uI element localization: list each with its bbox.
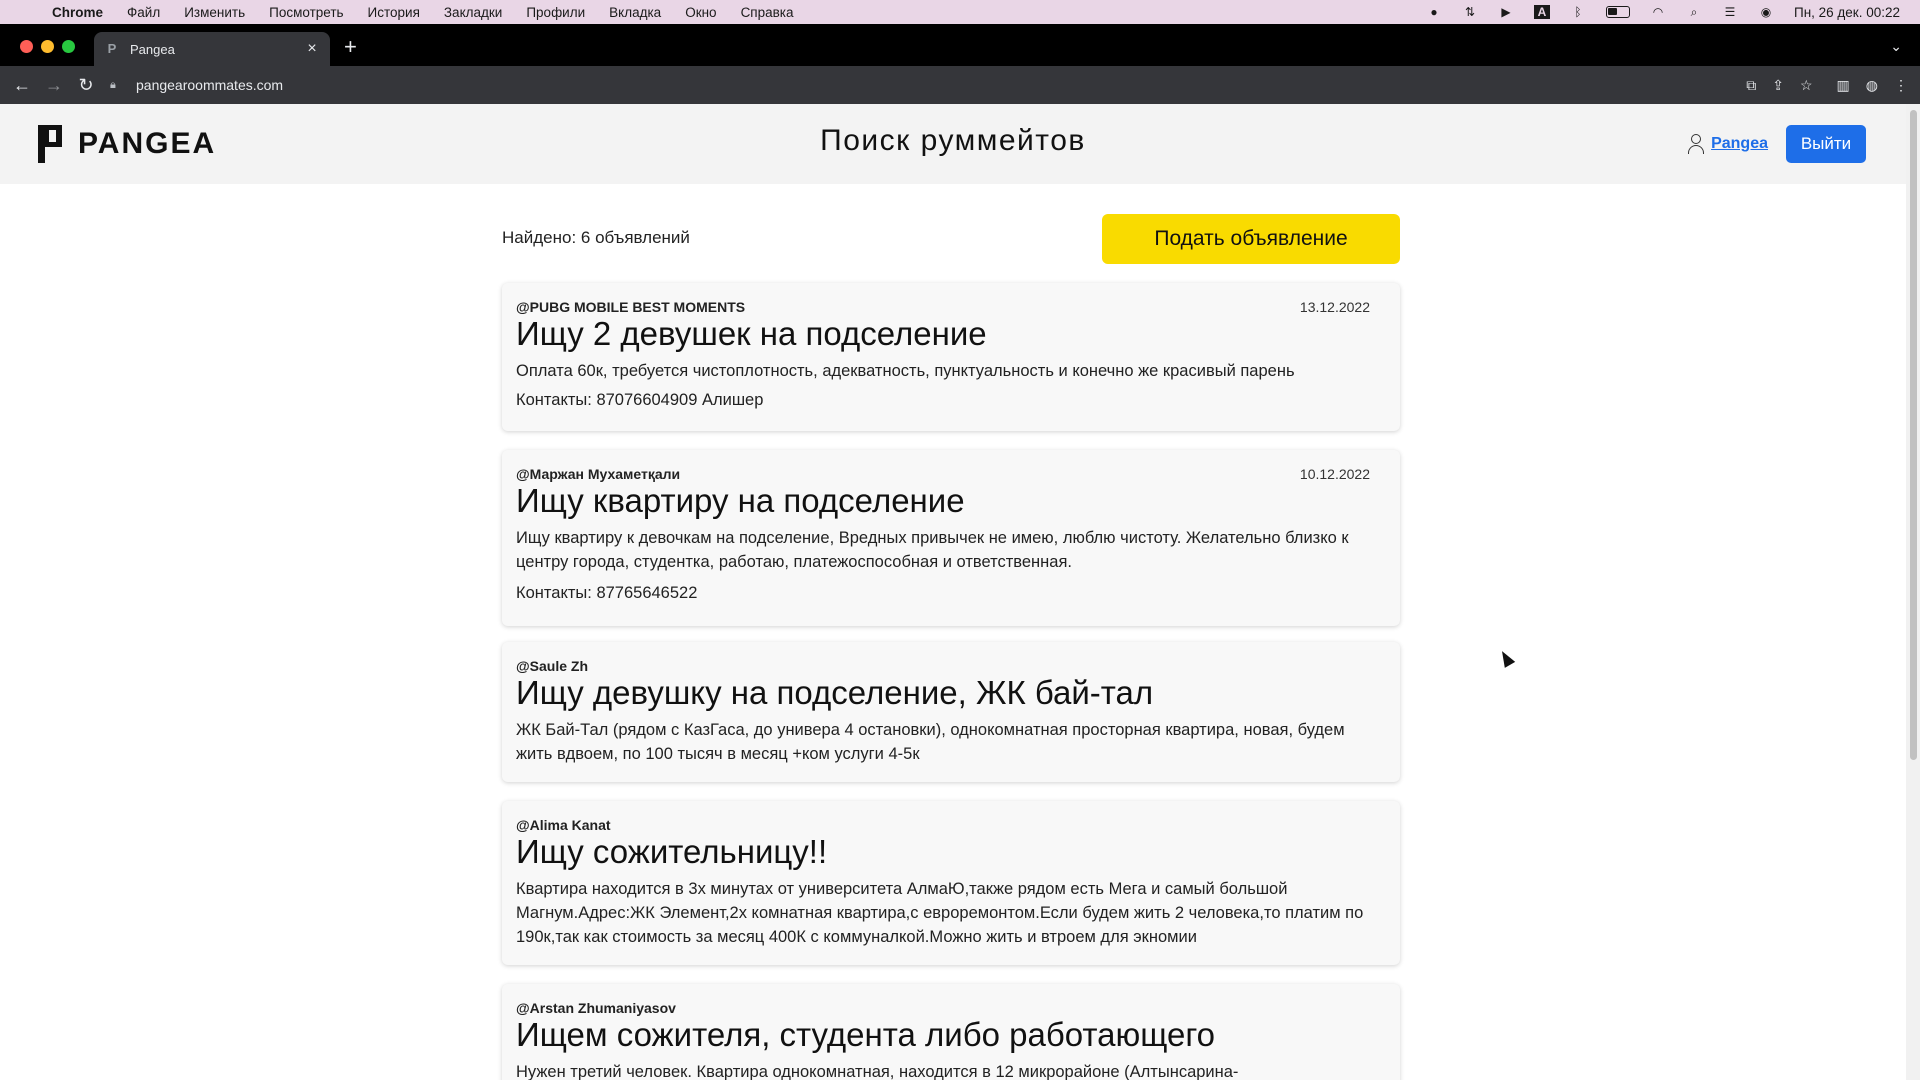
address-bar-url[interactable]: pangearoommates.com: [136, 77, 283, 93]
wifi-icon[interactable]: ◠: [1650, 5, 1666, 19]
menu-history[interactable]: История: [368, 5, 420, 20]
menu-view[interactable]: Посмотреть: [269, 5, 343, 20]
scrollbar-thumb[interactable]: [1910, 110, 1917, 760]
listing-title: Ищу девушку на подселение, ЖК бай-тал: [516, 674, 1154, 711]
listing-author[interactable]: @Alima Kanat: [516, 817, 611, 833]
chrome-menu-icon[interactable]: ⋮: [1894, 77, 1908, 94]
listing-contact: Контакты: 87076604909 Алишер: [516, 391, 764, 409]
browser-toolbar: ← → ↻ 🔒︎ pangearoommates.com ⧉ ⇪ ☆ ▥ ◍ ⋮: [0, 66, 1920, 104]
listing-author[interactable]: @Saule Zh: [516, 658, 588, 674]
header-user-area: Pangea Выйти: [1687, 125, 1866, 163]
listing-description: Нужен третий человек. Квартира однокомна…: [516, 1063, 1239, 1080]
browser-tab-active[interactable]: P Pangea ×: [94, 32, 330, 66]
browser-tab-strip: P Pangea × + ⌄: [0, 24, 1920, 66]
toolbar-actions: ⧉ ⇪ ☆ ▥ ◍ ⋮: [1746, 66, 1908, 104]
menu-app-chrome[interactable]: Chrome: [52, 5, 103, 20]
share-icon[interactable]: ⇪: [1772, 77, 1784, 94]
tab-favicon-icon: P: [107, 41, 117, 56]
post-listing-button[interactable]: Подать объявление: [1102, 214, 1400, 264]
tab-title: Pangea: [130, 41, 175, 57]
listing-author[interactable]: @PUBG MOBILE BEST MOMENTS: [516, 299, 745, 315]
forward-arrow-icon[interactable]: →: [38, 75, 70, 96]
listing-title: Ищу сожительницу!!: [516, 833, 828, 870]
listing-card[interactable]: @PUBG MOBILE BEST MOMENTS 13.12.2022 Ищу…: [502, 283, 1400, 431]
tab-search-chevron-icon[interactable]: ⌄: [1890, 38, 1902, 55]
extension-status-icon[interactable]: ●: [1426, 5, 1442, 19]
user-icon: [1687, 133, 1705, 155]
listing-author[interactable]: @Маржан Мухаметқали: [516, 466, 680, 482]
siri-icon[interactable]: ◉: [1758, 5, 1774, 19]
maximize-window-button[interactable]: [62, 40, 75, 53]
listing-description: ЖК Бай-Тал (рядом с КазГаса, до универа …: [516, 721, 1345, 763]
page-scrollbar[interactable]: [1906, 104, 1920, 1080]
listing-title: Ищем сожителя, студента либо работающего: [516, 1016, 1216, 1053]
keyboard-layout-icon[interactable]: A: [1533, 5, 1550, 19]
menu-bookmarks[interactable]: Закладки: [444, 5, 502, 20]
listing-date: 13.12.2022: [1299, 299, 1370, 315]
web-page: PANGEA Поиск руммейтов Pangea Выйти Найд…: [0, 104, 1906, 1080]
logout-button[interactable]: Выйти: [1786, 125, 1866, 163]
battery-icon[interactable]: [1605, 6, 1630, 18]
bookmark-star-icon[interactable]: ☆: [1800, 77, 1813, 94]
listing-card[interactable]: @Alima Kanat Ищу сожительницу!! Квартира…: [502, 801, 1400, 965]
spotlight-search-icon[interactable]: ⌕: [1686, 5, 1702, 19]
new-tab-button[interactable]: +: [344, 36, 357, 58]
user-profile-link[interactable]: Pangea: [1711, 135, 1768, 153]
bluetooth-icon[interactable]: ᛒ: [1570, 5, 1586, 19]
macos-menubar: Chrome Файл Изменить Посмотреть История …: [0, 0, 1920, 24]
profile-avatar-icon[interactable]: ◍: [1866, 77, 1878, 94]
listing-description: Ищу квартиру к девочкам на подселение, В…: [516, 529, 1349, 571]
translate-icon[interactable]: ⧉: [1746, 77, 1756, 94]
address-bar[interactable]: 🔒︎ pangearoommates.com: [110, 70, 1730, 100]
listing-author[interactable]: @Arstan Zhumaniyasov: [516, 1000, 676, 1016]
listing-card[interactable]: @Маржан Мухаметқали 10.12.2022 Ищу кварт…: [502, 450, 1400, 626]
tab-close-icon[interactable]: ×: [304, 40, 320, 58]
airdrop-icon[interactable]: ⇅: [1462, 5, 1478, 19]
menu-window[interactable]: Окно: [685, 5, 716, 20]
close-window-button[interactable]: [20, 40, 33, 53]
listing-title: Ищу квартиру на подселение: [516, 482, 965, 519]
page-title: Поиск руммейтов: [820, 124, 1086, 157]
minimize-window-button[interactable]: [41, 40, 54, 53]
reload-icon[interactable]: ↻: [70, 75, 102, 96]
listing-date: 10.12.2022: [1299, 466, 1370, 482]
mouse-cursor-icon: [1496, 648, 1516, 668]
menu-tab[interactable]: Вкладка: [609, 5, 661, 20]
listing-description: Квартира находится в 3х минутах от униве…: [516, 880, 1364, 946]
site-header: PANGEA Поиск руммейтов Pangea Выйти: [0, 104, 1906, 184]
listing-contact: Контакты: 87765646522: [516, 584, 698, 602]
control-center-icon[interactable]: ☰: [1722, 5, 1738, 19]
menubar-status-area: ● ⇅ ▶ A ᛒ ◠ ⌕ ☰ ◉ Пн, 26 дек. 00:22: [1426, 0, 1900, 24]
results-count: Найдено: 6 объявлений: [502, 228, 690, 247]
listing-card[interactable]: @Saule Zh Ищу девушку на подселение, ЖК …: [502, 642, 1400, 782]
menubar-clock[interactable]: Пн, 26 дек. 00:22: [1794, 5, 1900, 20]
menu-help[interactable]: Справка: [741, 5, 794, 20]
listing-title: Ищу 2 девушек на подселение: [516, 315, 987, 352]
menu-file[interactable]: Файл: [127, 5, 160, 20]
back-arrow-icon[interactable]: ←: [6, 75, 38, 96]
side-panel-icon[interactable]: ▥: [1837, 77, 1850, 94]
listing-card[interactable]: @Arstan Zhumaniyasov Ищем сожителя, студ…: [502, 984, 1400, 1080]
listing-description: Оплата 60к, требуется чистоплотность, ад…: [516, 362, 1295, 380]
play-icon[interactable]: ▶: [1498, 5, 1514, 19]
lock-icon[interactable]: 🔒︎: [110, 79, 124, 92]
menu-edit[interactable]: Изменить: [184, 5, 245, 20]
menu-profiles[interactable]: Профили: [526, 5, 585, 20]
window-controls: [20, 40, 75, 53]
